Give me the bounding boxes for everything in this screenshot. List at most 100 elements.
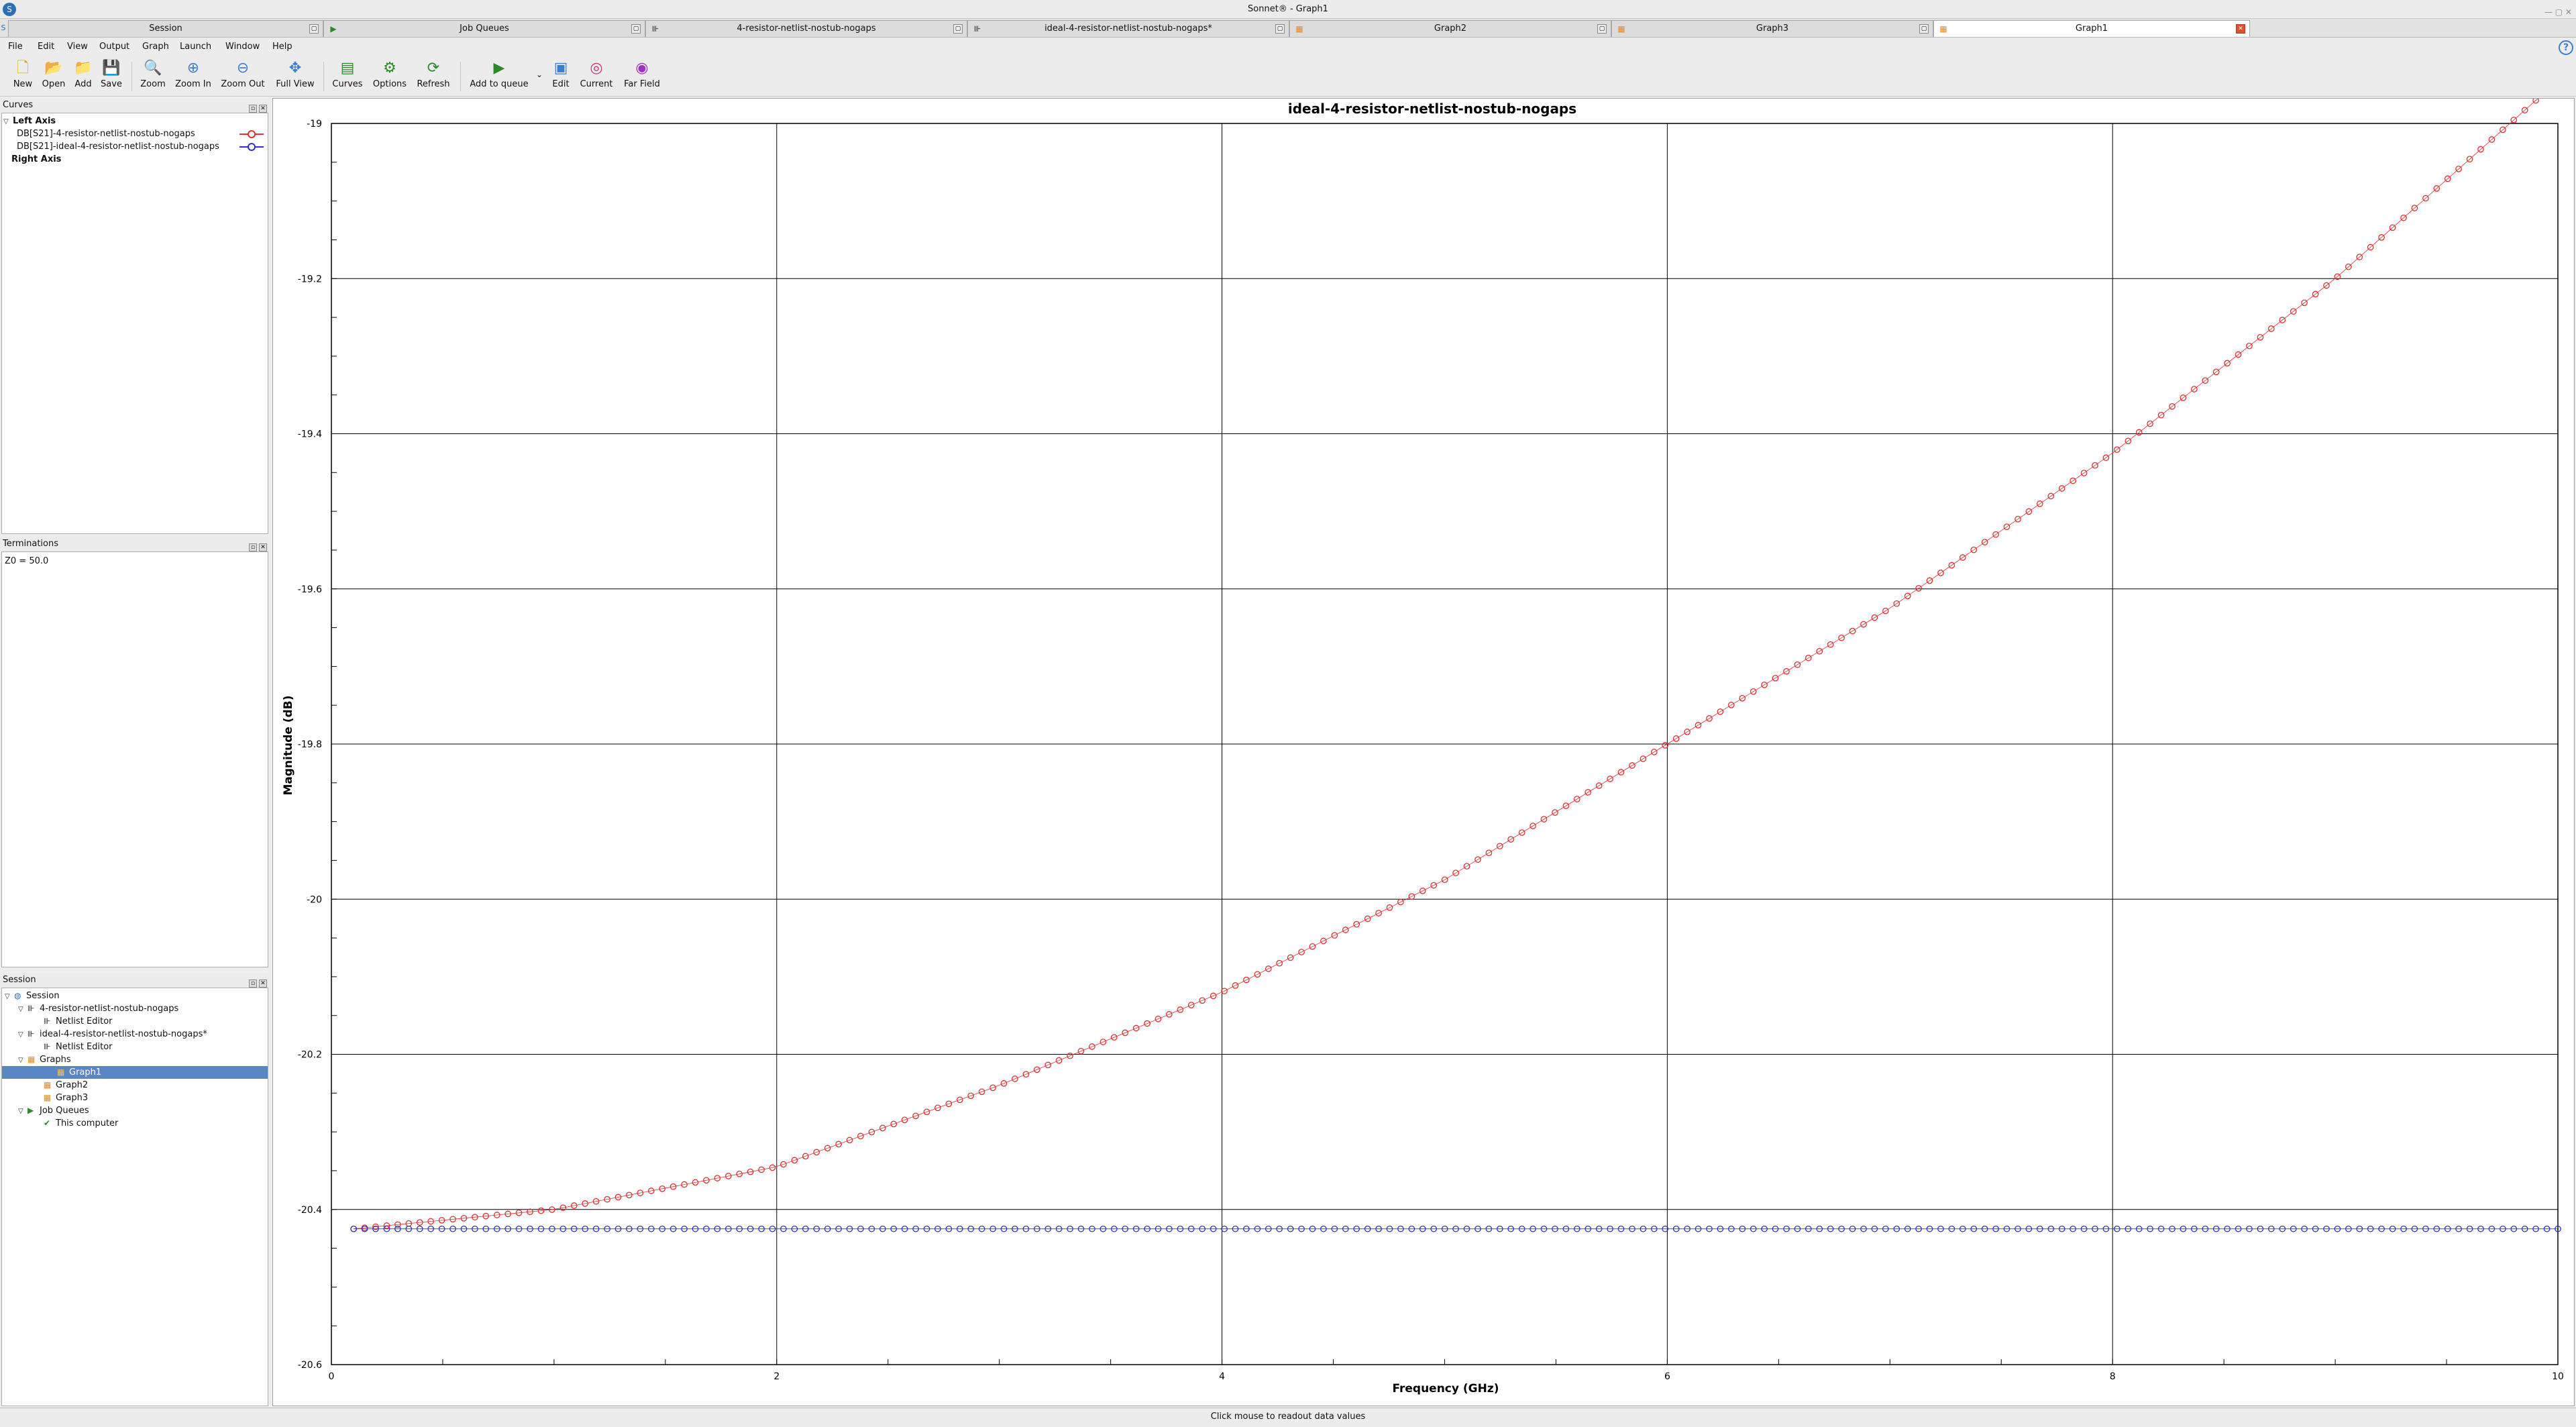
tab-ideal-4-resistor-netlist[interactable]: ⊪ ideal-4-resistor-netlist-nostub-nogaps…: [967, 20, 1289, 37]
tab-close-icon[interactable]: ▢: [953, 24, 963, 34]
tab-close-icon[interactable]: ▢: [1597, 24, 1607, 34]
refresh-icon: ⟳: [427, 60, 440, 76]
far-field-button[interactable]: ◉ Far Field: [620, 59, 664, 89]
save-button[interactable]: 💾 Save: [98, 59, 125, 89]
full-view-button[interactable]: ✥ Full View: [272, 59, 318, 89]
curve-item-ideal-4-resistor[interactable]: DB[S21]-ideal-4-resistor-netlist-nostub-…: [17, 140, 219, 153]
graphs-folder-icon: ▦: [28, 1055, 36, 1064]
add-to-queue-dropdown[interactable]: ⌄: [534, 70, 545, 80]
menu-file[interactable]: File: [8, 42, 23, 52]
x-tick-label: 8: [2110, 1371, 2116, 1382]
curve-item-4-resistor[interactable]: DB[S21]-4-resistor-netlist-nostub-nogaps: [17, 127, 195, 140]
tree-graphs[interactable]: ▽ ▦ Graphs: [18, 1053, 71, 1066]
graph-icon: ▦: [1617, 24, 1625, 34]
tree-project-4-resistor[interactable]: ▽ ⊪ 4-resistor-netlist-nostub-nogaps: [18, 1002, 178, 1015]
chevron-down-icon[interactable]: ▽: [18, 1028, 28, 1041]
chevron-down-icon: ⌄: [535, 70, 543, 79]
tree-session[interactable]: ▽ ◍ Session: [5, 990, 60, 1002]
panel-close-icon[interactable]: ✕: [259, 980, 267, 988]
tree-graph2[interactable]: ▦ Graph2: [44, 1079, 88, 1092]
edit-button[interactable]: ▣ Edit: [547, 59, 574, 89]
right-axis-node[interactable]: Right Axis: [11, 153, 61, 166]
sonnet-app-icon: S: [3, 3, 16, 16]
terminations-body: Z0 = 50.0: [1, 551, 268, 967]
help-icon[interactable]: ?: [2559, 40, 2573, 55]
toolbar: 🗋 New 📂 Open 📁 Add 💾 Save 🔍 Zoom ⊕ Zoom …: [0, 56, 2576, 97]
add-button[interactable]: 📁 Add: [70, 59, 97, 89]
menu-launch[interactable]: Launch: [180, 42, 211, 52]
graph-view[interactable]: ideal-4-resistor-netlist-nostub-nogaps F…: [272, 77, 2575, 1407]
document-tabs: S Session ▢ ▶ Job Queues ▢ ⊪ 4-resistor-…: [0, 19, 2576, 38]
termination-z0: Z0 = 50.0: [5, 556, 49, 566]
menu-graph[interactable]: Graph: [142, 42, 169, 52]
zoom-out-button[interactable]: ⊖ Zoom Out: [219, 59, 267, 89]
s21-magnitude-chart[interactable]: ideal-4-resistor-netlist-nostub-nogaps F…: [273, 77, 2575, 1407]
tree-graph1[interactable]: ▦ Graph1: [2, 1066, 268, 1079]
tabs-app-icon: S: [1, 23, 6, 32]
tab-close-icon[interactable]: ▢: [309, 24, 319, 34]
zoom-in-icon: ⊕: [186, 60, 200, 76]
curve-swatch-red: [239, 130, 264, 138]
new-button[interactable]: 🗋 New: [9, 59, 36, 89]
open-button[interactable]: 📂 Open: [39, 59, 68, 89]
tab-job-queues[interactable]: ▶ Job Queues ▢: [323, 20, 645, 37]
options-button[interactable]: ⚙ Options: [369, 59, 411, 89]
tree-this-computer[interactable]: ✔ This computer: [44, 1117, 118, 1130]
chart-title: ideal-4-resistor-netlist-nostub-nogaps: [1288, 101, 1576, 117]
panel-float-icon[interactable]: ▫: [249, 105, 257, 113]
chevron-down-icon[interactable]: ▽: [18, 1003, 28, 1016]
tab-graph3[interactable]: ▦ Graph3 ▢: [1611, 20, 1933, 37]
chevron-down-icon[interactable]: ▽: [3, 115, 13, 128]
tab-close-icon[interactable]: ✕: [2236, 24, 2245, 34]
zoom-button[interactable]: 🔍 Zoom: [138, 59, 168, 89]
panel-float-icon[interactable]: ▫: [249, 980, 257, 988]
graph-icon: ▦: [44, 1080, 52, 1090]
tab-4-resistor-netlist[interactable]: ⊪ 4-resistor-netlist-nostub-nogaps ▢: [645, 20, 967, 37]
run-queue-icon: ▶: [493, 60, 505, 76]
graph-icon: ▦: [1295, 24, 1303, 34]
menu-edit[interactable]: Edit: [38, 42, 54, 52]
curves-tree: ▽ Left Axis DB[S21]-4-resistor-netlist-no…: [1, 113, 268, 534]
tab-close-icon[interactable]: ▢: [631, 24, 641, 34]
tab-session[interactable]: Session ▢: [8, 20, 323, 37]
graph-icon: ▦: [57, 1067, 65, 1077]
y-tick-label: -20.2: [298, 1050, 322, 1061]
x-tick-label: 2: [773, 1371, 780, 1382]
chevron-down-icon[interactable]: ▽: [18, 1054, 28, 1067]
curves-button[interactable]: ▤ Curves: [330, 59, 365, 89]
tab-graph2[interactable]: ▦ Graph2 ▢: [1289, 20, 1611, 37]
zoom-in-button[interactable]: ⊕ Zoom In: [172, 59, 215, 89]
tree-project-ideal-4-resistor[interactable]: ▽ ⊪ ideal-4-resistor-netlist-nostub-nogaps…: [18, 1028, 207, 1041]
tree-netlist-editor-2[interactable]: ⊪ Netlist Editor: [44, 1041, 113, 1053]
x-tick-label: 10: [2552, 1371, 2564, 1382]
status-bar: Click mouse to readout data values: [0, 1408, 2576, 1427]
zoom-out-icon: ⊖: [236, 60, 250, 76]
netlist-icon: ⊪: [651, 24, 659, 34]
chevron-down-icon[interactable]: ▽: [18, 1105, 28, 1118]
curve-swatch-blue: [239, 143, 264, 151]
netlist-editor-icon: ⊪: [44, 1016, 51, 1026]
open-folder-icon: 📂: [44, 60, 63, 76]
y-axis-label: Magnitude (dB): [282, 696, 295, 796]
add-to-queue-button[interactable]: ▶ Add to queue: [467, 59, 531, 89]
menu-help[interactable]: Help: [272, 42, 292, 52]
panel-close-icon[interactable]: ✕: [259, 105, 267, 113]
tree-graph3[interactable]: ▦ Graph3: [44, 1092, 88, 1104]
tab-close-icon[interactable]: ▢: [1919, 24, 1929, 34]
tab-close-icon[interactable]: ▢: [1275, 24, 1285, 34]
tree-job-queues[interactable]: ▽ ▶ Job Queues: [18, 1104, 89, 1117]
menu-view[interactable]: View: [67, 42, 88, 52]
tab-graph1[interactable]: ▦ Graph1 ✕: [1933, 20, 2250, 37]
chevron-down-icon[interactable]: ▽: [5, 990, 14, 1003]
menu-output[interactable]: Output: [99, 42, 129, 52]
left-axis-node[interactable]: ▽ Left Axis: [3, 115, 56, 127]
current-button[interactable]: ◎ Current: [578, 59, 614, 89]
refresh-button[interactable]: ⟳ Refresh: [413, 59, 453, 89]
x-axis-label: Frequency (GHz): [1392, 1382, 1499, 1395]
toolbar-separator: [323, 62, 324, 91]
tree-netlist-editor-1[interactable]: ⊪ Netlist Editor: [44, 1015, 113, 1028]
panel-close-icon[interactable]: ✕: [259, 543, 267, 551]
menu-window[interactable]: Window: [225, 42, 260, 52]
panel-float-icon[interactable]: ▫: [249, 543, 257, 551]
y-tick-label: -19.8: [298, 739, 322, 750]
